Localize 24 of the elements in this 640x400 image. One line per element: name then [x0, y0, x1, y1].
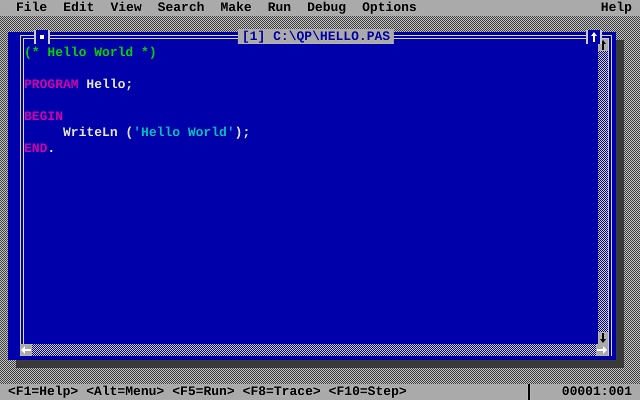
code-line: END. [24, 141, 56, 157]
code-line: BEGIN [24, 109, 64, 125]
menu-item[interactable]: File [16, 0, 48, 16]
zoom-icon[interactable] [586, 30, 602, 44]
shortcut-hint[interactable]: <F10=Step> [328, 384, 407, 400]
shortcut-hint[interactable]: <F1=Help> [8, 384, 78, 400]
shortcut-hint[interactable]: <F5=Run> [172, 384, 235, 400]
menu-item[interactable]: View [110, 0, 142, 16]
code-line: WriteLn ('Hello World'); [62, 125, 252, 141]
menu-item[interactable]: Debug [307, 0, 346, 16]
menu-item[interactable]: Run [268, 0, 292, 16]
menu-item[interactable]: Options [362, 0, 417, 16]
cursor-position: 00001:001 [562, 384, 632, 400]
scroll-down-icon[interactable] [598, 332, 608, 344]
window-title: [1] C:\QP\HELLO.PAS [238, 29, 394, 44]
shortcut-hint[interactable]: <Alt=Menu> [86, 384, 164, 400]
menu-item[interactable]: Edit [63, 0, 94, 16]
shortcut-hint[interactable]: <F8=Trace> [242, 384, 321, 400]
help-menu[interactable]: Help [600, 0, 632, 16]
menu-item[interactable]: Search [158, 0, 204, 16]
code-line: (* Hello World *) [24, 45, 158, 61]
code-line: PROGRAM Hello; [24, 77, 134, 93]
menu-item[interactable]: Make [220, 0, 252, 16]
close-icon[interactable] [34, 30, 50, 44]
